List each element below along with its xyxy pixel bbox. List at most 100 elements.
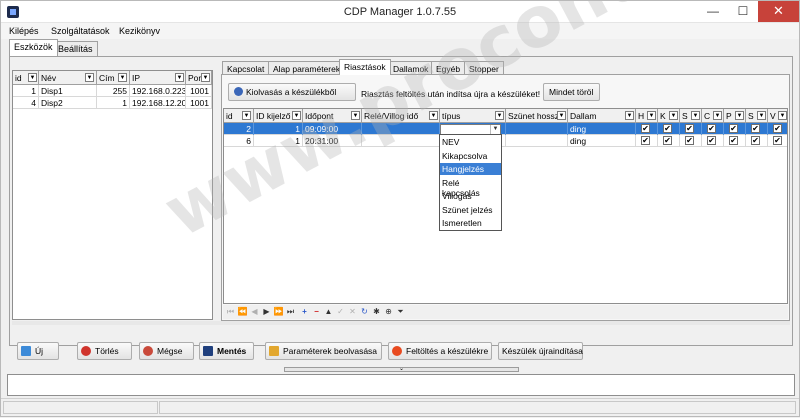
checkbox-mon[interactable]: ✔ <box>641 136 650 145</box>
chevron-down-icon[interactable]: ▼ <box>778 111 787 120</box>
next-page-icon[interactable]: ⏩ <box>273 306 284 317</box>
plus-icon <box>21 346 31 356</box>
cell-time: 09:09:00 <box>303 123 362 135</box>
cancel-button[interactable]: Mégse <box>139 342 194 360</box>
option-unknown[interactable]: Ismeretlen <box>440 217 501 229</box>
chevron-down-icon[interactable]: ▼ <box>757 111 766 120</box>
cell-day: ✔ <box>746 135 768 147</box>
chevron-down-icon[interactable]: ▼ <box>557 111 566 120</box>
save-label: Mentés <box>217 346 247 356</box>
delete-record-icon[interactable]: − <box>311 306 322 317</box>
cell-name: Disp1 <box>39 85 97 97</box>
tab-melodies[interactable]: Dallamok <box>388 61 434 75</box>
cell-id: 1 <box>13 85 39 97</box>
checkbox-fri[interactable]: ✔ <box>729 124 738 133</box>
close-button[interactable]: ✕ <box>758 1 799 22</box>
checkbox-sat[interactable]: ✔ <box>751 136 760 145</box>
chevron-down-icon[interactable]: ▼ <box>175 73 184 82</box>
chevron-down-icon[interactable]: ▼ <box>735 111 744 120</box>
menu-exit[interactable]: Kilépés <box>9 26 39 36</box>
checkbox-sun[interactable]: ✔ <box>773 136 782 145</box>
cancel-record-icon[interactable]: ✕ <box>347 306 358 317</box>
menu-manual[interactable]: Kezikönyv <box>119 26 160 36</box>
alarm-info-text: Riasztás feltöltés után indítsa újra a k… <box>361 89 541 99</box>
upload-icon <box>392 346 402 356</box>
chevron-down-icon[interactable]: ▼ <box>490 125 500 134</box>
horizontal-scrollbar[interactable] <box>12 321 790 325</box>
cell-day: ✔ <box>658 123 680 135</box>
option-nev[interactable]: NEV <box>440 136 501 148</box>
read-from-device-button[interactable]: Kiolvasás a készülékből <box>228 83 356 101</box>
delete-button[interactable]: Törlés <box>77 342 132 360</box>
save-button[interactable]: Mentés <box>199 342 254 360</box>
chevron-down-icon[interactable]: ▼ <box>201 73 210 82</box>
checkbox-mon[interactable]: ✔ <box>641 124 650 133</box>
menu-services[interactable]: Szolgáltatások <box>51 26 110 36</box>
minimize-button[interactable]: — <box>698 1 728 22</box>
chevron-down-icon[interactable]: ▼ <box>351 111 360 120</box>
table-row-selected[interactable]: 2 1 09:09:00 ▼ ding ✔ ✔ ✔ ✔ ✔ ✔ ✔ <box>224 123 787 135</box>
add-record-icon[interactable]: + <box>299 306 310 317</box>
checkbox-sat[interactable]: ✔ <box>751 124 760 133</box>
checkbox-thu[interactable]: ✔ <box>707 136 716 145</box>
tab-alarms[interactable]: Riasztások <box>339 59 391 75</box>
chevron-down-icon[interactable]: ▼ <box>118 73 127 82</box>
option-off[interactable]: Kikapcsolva <box>440 150 501 162</box>
checkbox-fri[interactable]: ✔ <box>729 136 738 145</box>
option-blink[interactable]: Villogás <box>440 190 501 202</box>
upload-button[interactable]: Feltöltés a készülékre <box>388 342 492 360</box>
option-sound[interactable]: Hangjelzés <box>440 163 501 175</box>
table-row[interactable]: 1 Disp1 255 192.168.0.223 1001 <box>13 85 212 97</box>
chevron-down-icon[interactable]: ▼ <box>495 111 504 120</box>
chevron-down-icon[interactable]: ▼ <box>429 111 438 120</box>
chevron-down-icon[interactable]: ▼ <box>85 73 94 82</box>
chevron-down-icon[interactable]: ▼ <box>625 111 634 120</box>
tab-stopwatch[interactable]: Stopper <box>464 61 504 75</box>
checkbox-wed[interactable]: ✔ <box>685 124 694 133</box>
table-row[interactable]: 4 Disp2 1 192.168.12.20 1001 <box>13 97 212 109</box>
first-record-icon[interactable]: ⏮ <box>225 306 236 317</box>
chevron-down-icon[interactable]: ▼ <box>713 111 722 120</box>
chevron-down-icon[interactable]: ▼ <box>292 111 301 120</box>
post-record-icon[interactable]: ✓ <box>335 306 346 317</box>
read-params-button[interactable]: Paraméterek beolvasása <box>265 342 382 360</box>
cell-port: 1001 <box>186 85 212 97</box>
maximize-button[interactable]: ☐ <box>728 1 758 22</box>
cell-melody: ding <box>568 135 636 147</box>
chevron-down-icon[interactable]: ▼ <box>28 73 37 82</box>
tab-devices[interactable]: Eszközök <box>9 39 58 56</box>
option-pause-signal[interactable]: Szünet jelzés <box>440 204 501 216</box>
chevron-down-icon[interactable]: ▼ <box>242 111 251 120</box>
tab-settings[interactable]: Beállítás <box>53 41 98 56</box>
checkbox-wed[interactable]: ✔ <box>685 136 694 145</box>
next-record-icon[interactable]: ▶ <box>261 306 272 317</box>
tab-connection[interactable]: Kapcsolat <box>222 61 270 75</box>
prev-record-icon[interactable]: ◀ <box>249 306 260 317</box>
cell-ip: 192.168.0.223 <box>132 85 186 97</box>
refresh-icon[interactable]: ↻ <box>359 306 370 317</box>
table-row[interactable]: 6 1 20:31:00 ding ✔ ✔ ✔ ✔ ✔ ✔ ✔ <box>224 135 787 147</box>
checkbox-tue[interactable]: ✔ <box>663 124 672 133</box>
option-relay[interactable]: Relé kapcsolás <box>440 177 501 198</box>
chevron-down-icon[interactable]: ▼ <box>669 111 678 120</box>
panel-splitter[interactable]: ⌄ <box>284 366 519 372</box>
status-bar <box>1 398 799 416</box>
clear-all-button[interactable]: Mindet töröl <box>543 83 600 101</box>
tab-other[interactable]: Egyéb <box>431 61 466 75</box>
cell-pause <box>506 123 568 135</box>
checkbox-tue[interactable]: ✔ <box>663 136 672 145</box>
last-record-icon[interactable]: ⏭ <box>285 306 296 317</box>
type-dropdown-list: NEV Kikapcsolva Hangjelzés Relé kapcsolá… <box>439 134 502 231</box>
chevron-down-icon[interactable]: ▼ <box>691 111 700 120</box>
restart-device-button[interactable]: Készülék újraindítása <box>498 342 583 360</box>
chevron-down-icon[interactable]: ▼ <box>647 111 656 120</box>
bookmark-icon[interactable]: ✱ <box>371 306 382 317</box>
prev-page-icon[interactable]: ⏪ <box>237 306 248 317</box>
tab-basic-params[interactable]: Alap paraméterek <box>268 61 346 75</box>
new-button[interactable]: Új <box>17 342 59 360</box>
filter-icon[interactable]: ⏷ <box>395 306 406 317</box>
checkbox-thu[interactable]: ✔ <box>707 124 716 133</box>
checkbox-sun[interactable]: ✔ <box>773 124 782 133</box>
goto-bookmark-icon[interactable]: ⊕ <box>383 306 394 317</box>
edit-record-icon[interactable]: ▲ <box>323 306 334 317</box>
